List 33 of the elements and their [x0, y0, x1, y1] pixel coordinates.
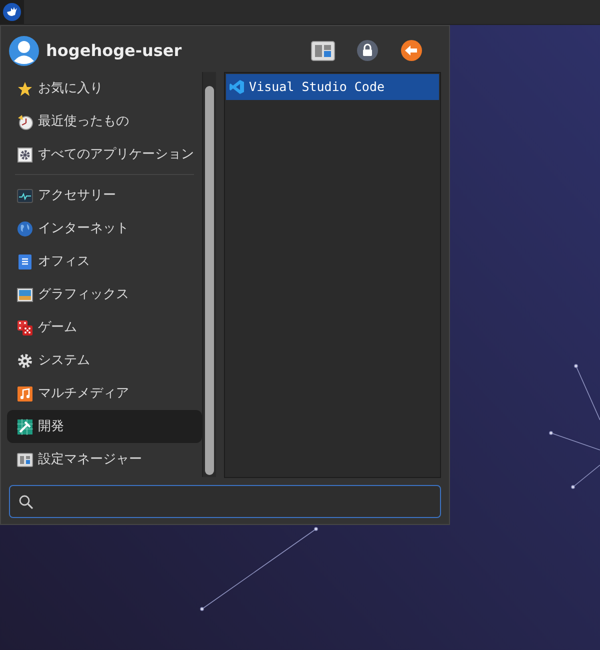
- category-item[interactable]: 最近使ったもの: [7, 105, 202, 138]
- gear-icon: [17, 352, 33, 368]
- music-note-icon: [17, 386, 33, 402]
- star-icon: [17, 80, 33, 96]
- search-field[interactable]: [9, 485, 441, 518]
- category-item[interactable]: すべてのアプリケーション: [7, 138, 202, 171]
- scrollbar[interactable]: [202, 72, 216, 477]
- gear-icon: [17, 146, 33, 162]
- category-item[interactable]: インターネット: [7, 212, 202, 245]
- clock-icon: [17, 114, 33, 130]
- settings-manager-icon: [17, 452, 33, 468]
- hammer-icon: [17, 418, 33, 434]
- category-item[interactable]: グラフィックス: [7, 278, 202, 311]
- category-item[interactable]: マルチメディア: [7, 377, 202, 410]
- image-icon: [17, 286, 33, 302]
- application-item[interactable]: Visual Studio Code: [226, 74, 439, 100]
- search-icon: [19, 495, 33, 509]
- user-avatar-icon: [9, 36, 39, 66]
- user-name: hogehoge-user: [46, 40, 182, 62]
- globe-icon: [17, 220, 33, 236]
- category-item[interactable]: 開発: [7, 410, 202, 443]
- dice-icon: [17, 320, 33, 336]
- monitor-icon: [17, 188, 33, 204]
- code-editor-icon: [229, 79, 246, 95]
- menu-launcher-button[interactable]: [0, 0, 24, 24]
- category-item[interactable]: アクセサリー: [7, 179, 202, 212]
- document-icon: [17, 254, 33, 270]
- category-item[interactable]: ゲーム: [7, 311, 202, 344]
- category-item[interactable]: 設定マネージャー: [7, 443, 202, 476]
- category-item[interactable]: お気に入り: [7, 72, 202, 105]
- category-item[interactable]: システム: [7, 344, 202, 377]
- scrollbar-thumb[interactable]: [205, 86, 214, 475]
- category-item[interactable]: オフィス: [7, 245, 202, 278]
